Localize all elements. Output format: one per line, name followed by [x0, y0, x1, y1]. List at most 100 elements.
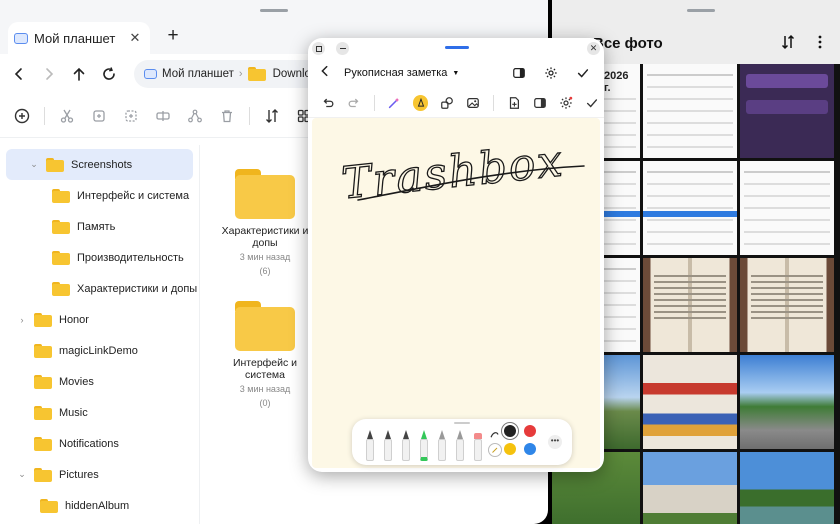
note-window-bar[interactable]: ✕ — [308, 38, 604, 58]
sort-button[interactable] — [258, 102, 286, 130]
folder-icon — [52, 188, 70, 203]
tablet-icon — [144, 69, 157, 79]
sort-icon[interactable] — [780, 34, 796, 50]
photo-thumbnail[interactable] — [643, 258, 737, 352]
chevron-down-icon[interactable]: ⌄ — [16, 469, 28, 480]
magic-pen-icon — [389, 97, 400, 108]
fountain-pen-tool[interactable] — [382, 429, 394, 461]
path-root[interactable]: Мой планшет — [162, 68, 234, 80]
pencil-tool[interactable] — [400, 429, 412, 461]
photo-thumbnail[interactable] — [740, 64, 834, 158]
highlighter-tool[interactable] — [418, 429, 430, 461]
brush-tool[interactable] — [436, 429, 448, 461]
tab-my-tablet[interactable]: Мой планшет ✕ — [8, 22, 150, 54]
panel-button[interactable] — [528, 91, 551, 115]
drag-handle[interactable] — [260, 9, 288, 12]
new-button[interactable] — [8, 102, 36, 130]
settings-button[interactable] — [540, 62, 562, 84]
color-swatch-red[interactable] — [524, 425, 536, 437]
pen-toolbar-grip[interactable] — [454, 422, 470, 424]
folder-item[interactable]: Интерфейс и система 3 мин назад (0) — [215, 301, 315, 409]
pen-size-icon[interactable] — [488, 443, 502, 457]
drawing-canvas[interactable]: Trashbox — [312, 118, 600, 468]
select-button[interactable] — [117, 102, 145, 130]
minimize-button[interactable] — [336, 42, 349, 55]
tree-item-pictures[interactable]: ⌄ Pictures — [0, 459, 199, 490]
photo-thumbnail[interactable] — [643, 161, 737, 255]
photo-thumbnail[interactable] — [740, 452, 834, 524]
confirm-button[interactable] — [581, 91, 604, 115]
close-window-button[interactable]: ✕ — [587, 42, 600, 55]
pen-settings-button[interactable] — [554, 91, 577, 115]
folder-tree: ⌄ Screenshots Интерфейс и система Память… — [0, 145, 200, 524]
tree-item-interface[interactable]: Интерфейс и система — [0, 180, 199, 211]
color-swatch-blue[interactable] — [524, 443, 536, 455]
more-vertical-icon[interactable] — [812, 34, 828, 50]
tree-item-magiclinkdemo[interactable]: magicLinkDemo — [0, 335, 199, 366]
shapes-button[interactable] — [435, 91, 458, 115]
note-title-dropdown[interactable]: Рукописная заметка ▼ — [344, 67, 498, 79]
caret-down-icon: ▼ — [452, 69, 460, 77]
cut-button[interactable] — [53, 102, 81, 130]
back-button[interactable] — [318, 64, 338, 83]
eraser-tool[interactable] — [472, 429, 484, 461]
tablet-icon — [14, 32, 28, 44]
delete-button[interactable] — [213, 102, 241, 130]
photo-thumbnail[interactable] — [740, 161, 834, 255]
photo-thumbnail[interactable] — [740, 355, 834, 449]
tree-item-screenshots[interactable]: ⌄ Screenshots — [6, 149, 193, 180]
note-header: Рукописная заметка ▼ — [308, 58, 604, 88]
forward-button[interactable] — [36, 61, 62, 87]
tree-item-honor[interactable]: › Honor — [0, 304, 199, 335]
drag-handle[interactable] — [687, 9, 715, 12]
add-page-button[interactable] — [502, 91, 525, 115]
tree-item-label: hiddenAlbum — [65, 499, 130, 512]
window-drag-bar[interactable] — [0, 0, 548, 18]
undo-button[interactable] — [316, 91, 339, 115]
tree-item-specs[interactable]: Характеристики и допы — [0, 273, 199, 304]
up-button[interactable] — [66, 61, 92, 87]
ballpoint-pen-tool[interactable] — [364, 429, 376, 461]
color-swatch-black[interactable] — [504, 425, 516, 437]
done-button[interactable] — [572, 62, 594, 84]
folder-item[interactable]: Характеристики и допы 3 мин назад (6) — [215, 169, 315, 277]
chevron-down-icon[interactable]: ⌄ — [28, 159, 40, 170]
arrow-up-icon — [73, 67, 85, 81]
photo-thumbnail[interactable] — [643, 355, 737, 449]
path-bar[interactable]: Мой планшет › Download — [134, 60, 334, 88]
tree-item-movies[interactable]: Movies — [0, 366, 199, 397]
tree-item-label: Music — [59, 406, 88, 419]
ai-pen-button[interactable] — [383, 91, 406, 115]
add-tab-button[interactable]: + — [160, 23, 186, 49]
tree-item-hiddenalbum[interactable]: hiddenAlbum — [0, 490, 199, 521]
color-swatches — [504, 425, 536, 455]
photo-thumbnail[interactable] — [643, 64, 737, 158]
fullscreen-button[interactable] — [312, 42, 325, 55]
tree-item-memory[interactable]: Память — [0, 211, 199, 242]
insert-image-button[interactable] — [462, 91, 485, 115]
sidebar-icon — [533, 97, 546, 108]
tree-item-music[interactable]: Music — [0, 397, 199, 428]
copy-button[interactable] — [85, 102, 113, 130]
tree-item-notifications[interactable]: Notifications — [0, 428, 199, 459]
calligraphy-tool[interactable] — [454, 429, 466, 461]
folder-icon — [34, 343, 52, 358]
color-swatch-yellow[interactable] — [504, 443, 516, 455]
redo-button[interactable] — [342, 91, 365, 115]
split-view-button[interactable] — [508, 62, 530, 84]
handwriting-button[interactable] — [412, 94, 429, 111]
copy-icon — [93, 109, 105, 122]
refresh-button[interactable] — [96, 61, 122, 87]
more-options-button[interactable]: ••• — [548, 435, 562, 449]
close-tab-icon[interactable]: ✕ — [128, 30, 142, 46]
photo-thumbnail[interactable] — [740, 258, 834, 352]
photo-thumbnail[interactable] — [643, 452, 737, 524]
rename-button[interactable] — [149, 102, 177, 130]
tree-item-performance[interactable]: Производительность — [0, 242, 199, 273]
back-button[interactable] — [6, 61, 32, 87]
drag-handle[interactable] — [445, 46, 469, 49]
chevron-right-icon[interactable]: › — [16, 315, 28, 325]
tree-item-label: Notifications — [59, 437, 119, 450]
share-button[interactable] — [181, 102, 209, 130]
toolbar-divider — [492, 94, 494, 111]
